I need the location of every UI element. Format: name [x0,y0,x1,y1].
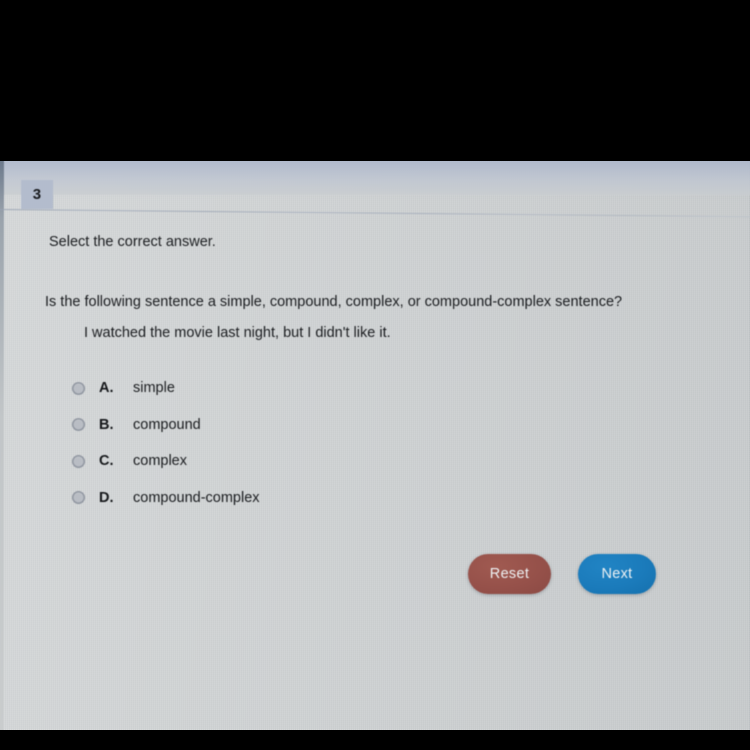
example-sentence: I watched the movie last night, but I di… [84,325,391,341]
option-label-a: simple [133,380,175,397]
answer-option-d[interactable]: D. compound-complex [72,480,492,517]
radio-button-icon-c[interactable] [72,454,85,468]
option-label-b: compound [133,416,201,433]
option-letter-d: D. [99,489,114,506]
option-letter-a: A. [99,380,114,397]
screenshot-root: 3 Select the correct answer. Is the foll… [0,0,750,750]
answer-option-c[interactable]: C. complex [72,443,492,480]
quiz-screen: 3 Select the correct answer. Is the foll… [0,161,750,730]
letterbox-top [0,0,750,161]
option-label-c: complex [133,453,187,470]
instruction-text: Select the correct answer. [49,234,216,250]
option-letter-c: C. [99,453,114,470]
radio-button-icon-b[interactable] [72,418,85,432]
radio-button-icon-a[interactable] [72,381,85,395]
radio-button-icon-d[interactable] [72,491,85,505]
header-divider [0,209,750,218]
letterbox-bottom [0,730,750,750]
option-letter-b: B. [99,416,114,433]
action-buttons: Reset Next [468,554,656,594]
question-number-label: 3 [32,186,42,203]
answer-option-a[interactable]: A. simple [72,370,492,407]
question-text: Is the following sentence a simple, comp… [45,294,623,310]
next-button[interactable]: Next [578,554,656,594]
question-number-tab: 3 [21,180,53,209]
reset-button[interactable]: Reset [468,554,551,594]
answer-options-list: A. simple B. compound C. complex D. comp [72,370,492,516]
answer-option-b[interactable]: B. compound [72,407,492,444]
option-label-d: compound-complex [133,489,260,506]
quiz-content: 3 Select the correct answer. Is the foll… [0,161,750,730]
